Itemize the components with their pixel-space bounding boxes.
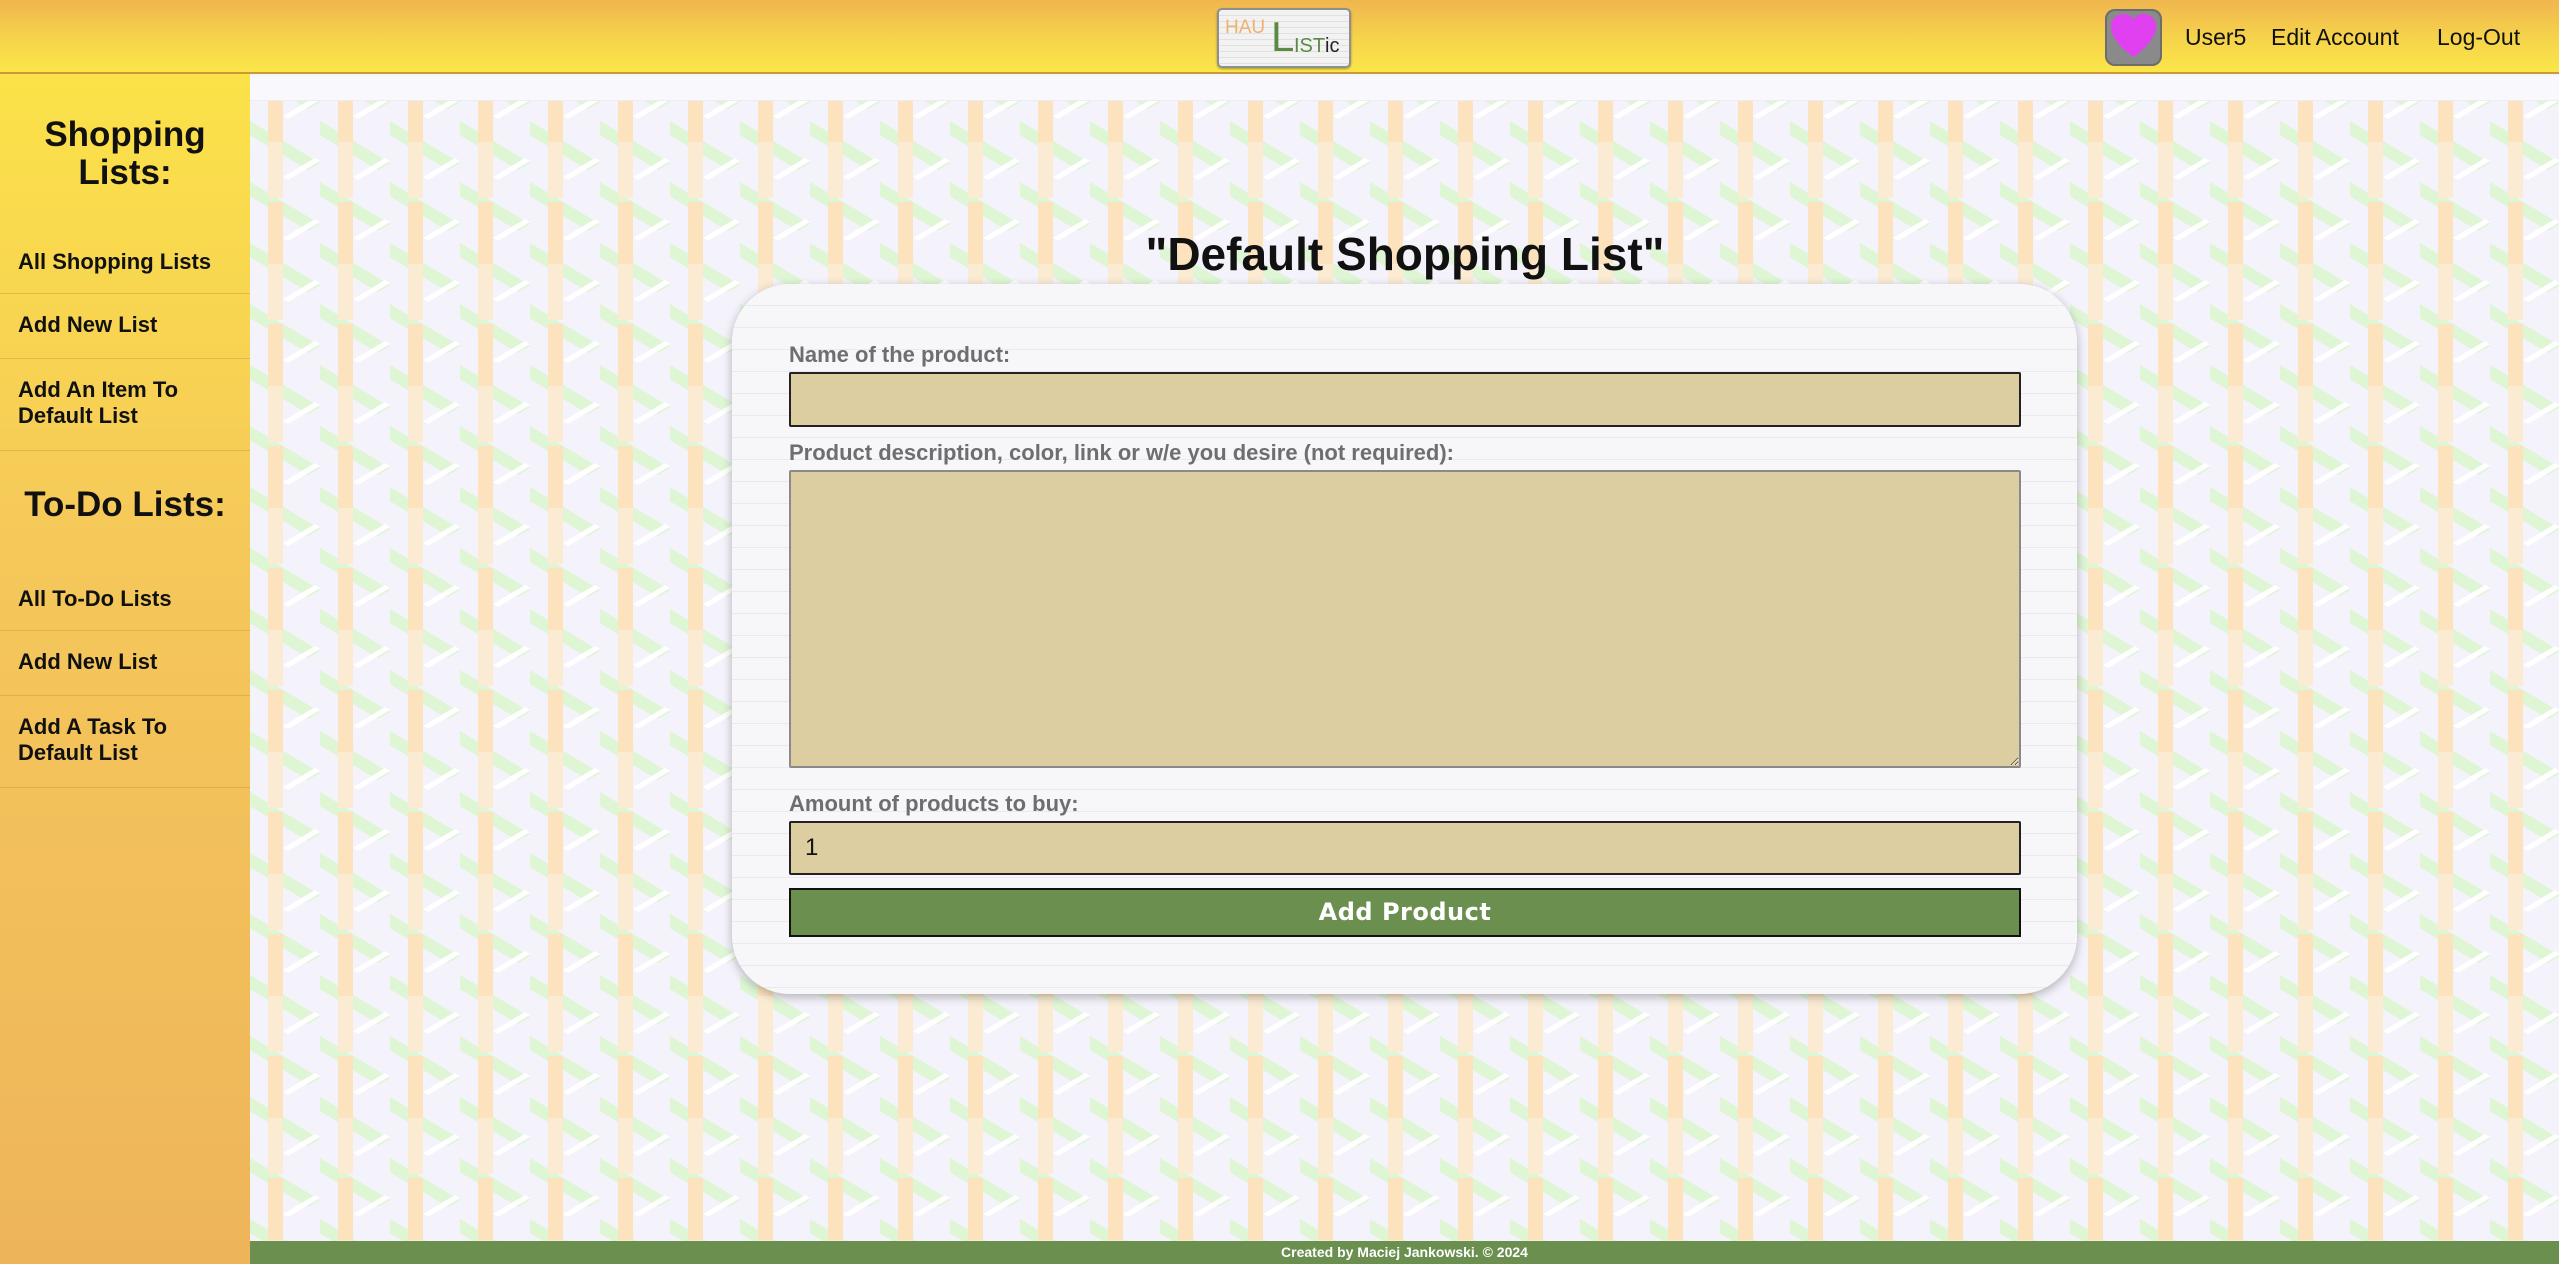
top-header: HAU L IST ic User5 Edit Account Log-Out [0,0,2559,74]
sidebar-item-add-new-shopping-list[interactable]: Add New List [0,294,250,359]
username-link[interactable]: User5 [2185,24,2246,50]
logout-link[interactable]: Log-Out [2437,24,2520,50]
sidebar-item-all-todo-lists[interactable]: All To-Do Lists [0,582,250,631]
logo-text-l: L [1271,13,1295,60]
logo-text-ist: IST [1294,35,1326,57]
sidebar-item-add-task-default-list[interactable]: Add A Task To Default List [0,696,250,788]
sidebar-item-all-shopping-lists[interactable]: All Shopping Lists [0,246,250,294]
sidebar-item-add-new-todo-list[interactable]: Add New List [0,631,250,696]
page-title: "Default Shopping List" [1145,228,1665,280]
logo-text-ic: ic [1325,35,1340,57]
avatar[interactable] [2105,9,2162,66]
sidebar-item-add-item-default-list[interactable]: Add An Item To Default List [0,359,250,451]
top-strip [250,76,2559,101]
todo-lists-heading: To-Do Lists: [24,485,226,524]
product-name-label: Name of the product: [789,342,1011,367]
product-name-input[interactable] [789,372,2021,427]
edit-account-link[interactable]: Edit Account [2271,24,2399,50]
footer-credits: Created by Maciej Jankowski. © 2024 [250,1241,2559,1264]
haulistic-logo[interactable]: HAU L IST ic [1217,8,1351,68]
product-description-label: Product description, color, link or w/e … [789,440,1454,465]
sidebar: Shopping Lists: All Shopping Lists Add N… [0,74,250,1264]
heart-icon [2111,14,2156,57]
product-description-textarea[interactable] [789,470,2021,768]
shopping-lists-heading: Shopping Lists: [44,115,206,192]
logo-text-hau: HAU [1225,17,1266,38]
amount-input[interactable] [789,821,2021,875]
add-product-button[interactable]: Add Product [789,888,2021,937]
amount-label: Amount of products to buy: [789,791,1079,816]
